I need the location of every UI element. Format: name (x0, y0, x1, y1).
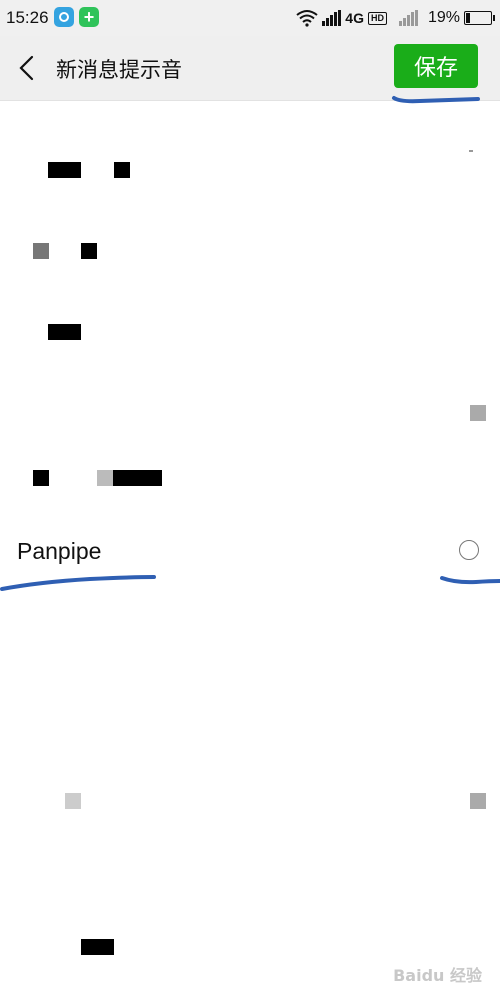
battery-icon (464, 11, 495, 25)
radio-remnant (469, 150, 473, 152)
redacted-label (33, 470, 49, 486)
list-item[interactable] (0, 675, 500, 757)
chevron-left-icon[interactable] (14, 54, 42, 82)
list-item[interactable] (0, 839, 500, 955)
list-item[interactable] (0, 374, 500, 456)
annotation-underline-radio (440, 576, 500, 585)
battery-fill (466, 13, 470, 23)
battery-percent: 19% (427, 9, 460, 26)
list-item[interactable] (0, 292, 500, 374)
app-blue-icon (54, 7, 74, 27)
status-time: 15:26 (6, 8, 49, 27)
radio-remnant (470, 405, 486, 421)
redacted-label (97, 470, 113, 486)
redacted-label (65, 793, 81, 809)
watermark: Baidu 经验 (393, 966, 482, 985)
list-item[interactable] (0, 757, 500, 839)
annotation-underline-save (392, 96, 480, 104)
signal-icon (322, 10, 342, 26)
redacted-label (48, 324, 81, 340)
redacted-label (114, 162, 130, 178)
list-item[interactable] (0, 210, 500, 292)
radio-button[interactable] (459, 540, 479, 560)
redacted-label (81, 939, 114, 955)
list-item[interactable] (0, 593, 500, 675)
redacted-label (113, 470, 162, 486)
signal-weak-icon (398, 10, 418, 26)
radio-remnant (470, 793, 486, 809)
page-title: 新消息提示音 (56, 59, 182, 82)
status-bar: 15:26 4G HD 19% (0, 0, 500, 36)
redacted-label (81, 243, 97, 259)
redacted-label (48, 162, 81, 178)
network-type: 4G (345, 10, 364, 26)
save-button[interactable]: 保存 (394, 44, 478, 88)
annotation-underline-panpipe (0, 575, 156, 591)
option-label: Panpipe (17, 538, 102, 564)
list-item[interactable] (0, 128, 500, 210)
redacted-label (33, 243, 49, 259)
app-green-plus-icon (79, 6, 99, 28)
status-indicators: 4G HD 19% (296, 7, 495, 29)
wifi-icon (296, 10, 318, 27)
hd-icon: HD (367, 11, 387, 25)
